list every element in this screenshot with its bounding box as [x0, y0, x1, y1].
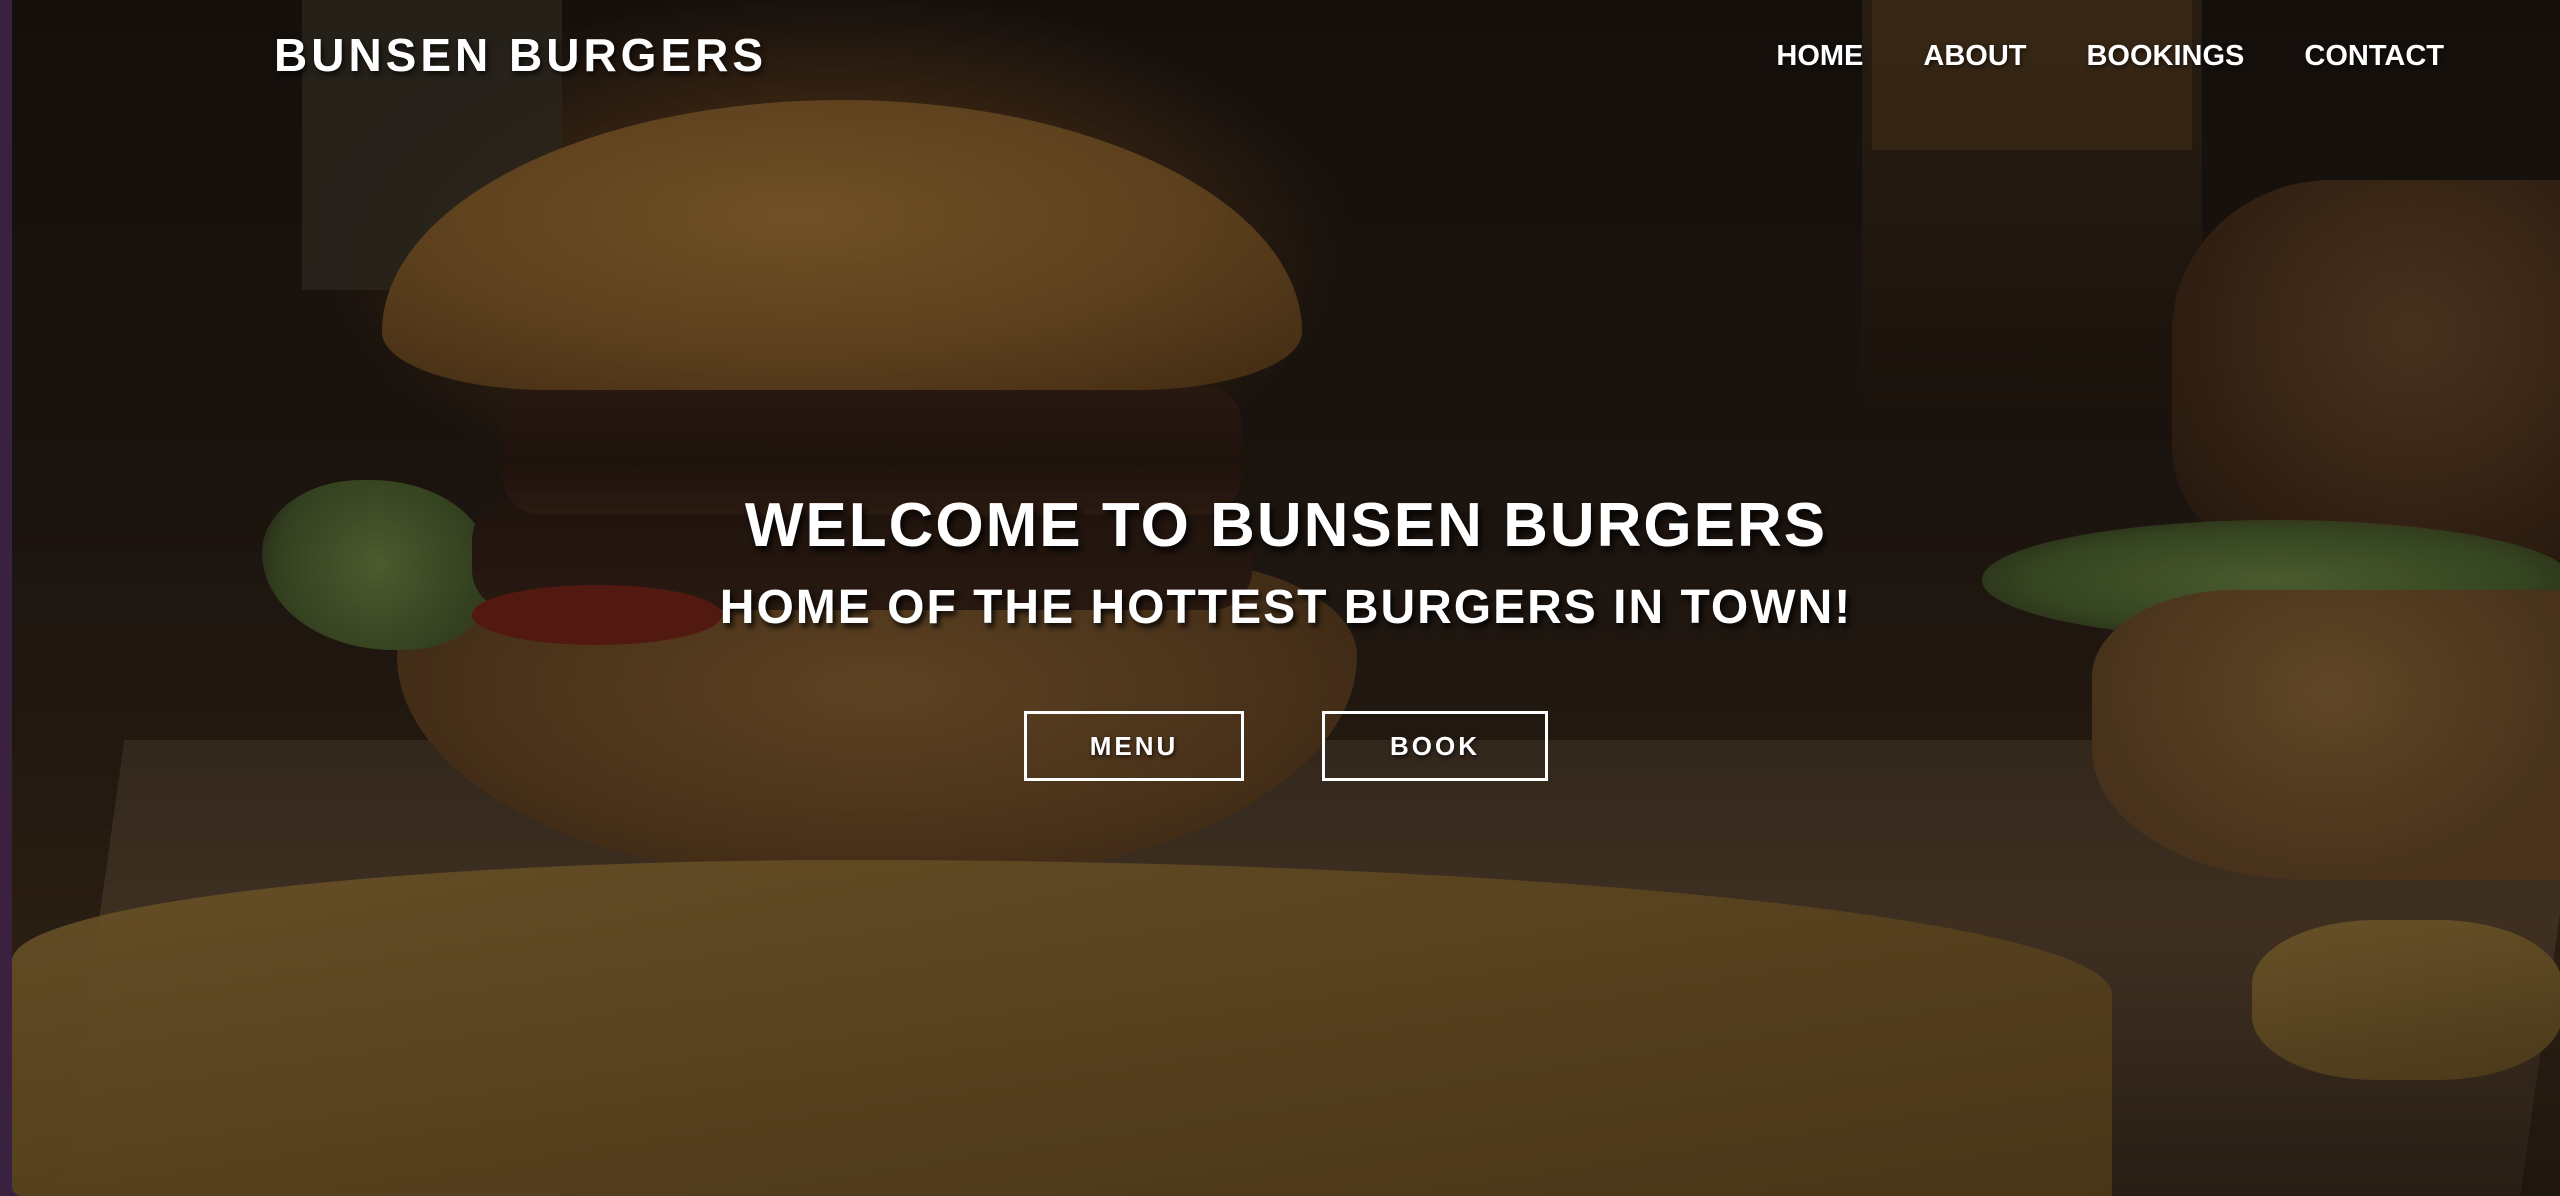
nav-link-about[interactable]: ABOUT [1923, 40, 2026, 73]
nav-links: HOME ABOUT BOOKINGS CONTACT [1776, 40, 2444, 73]
hero-buttons: MENU BOOK [12, 711, 2560, 781]
hero-section: BUNSEN BURGERS HOME ABOUT BOOKINGS CONTA… [12, 0, 2560, 1196]
top-navbar: BUNSEN BURGERS HOME ABOUT BOOKINGS CONTA… [12, 0, 2560, 120]
brand-logo-link[interactable]: BUNSEN BURGERS [274, 28, 767, 82]
nav-link-home[interactable]: HOME [1776, 40, 1863, 73]
hero-subheadline: HOME OF THE HOTTEST BURGERS IN TOWN! [719, 581, 1853, 634]
hero-headline: WELCOME TO BUNSEN BURGERS [744, 491, 1828, 560]
hero-text-block: WELCOME TO BUNSEN BURGERS HOME OF THE HO… [12, 488, 2560, 636]
book-button[interactable]: BOOK [1322, 711, 1548, 781]
nav-link-contact[interactable]: CONTACT [2304, 40, 2444, 73]
nav-link-bookings[interactable]: BOOKINGS [2086, 40, 2244, 73]
menu-button[interactable]: MENU [1024, 711, 1244, 781]
